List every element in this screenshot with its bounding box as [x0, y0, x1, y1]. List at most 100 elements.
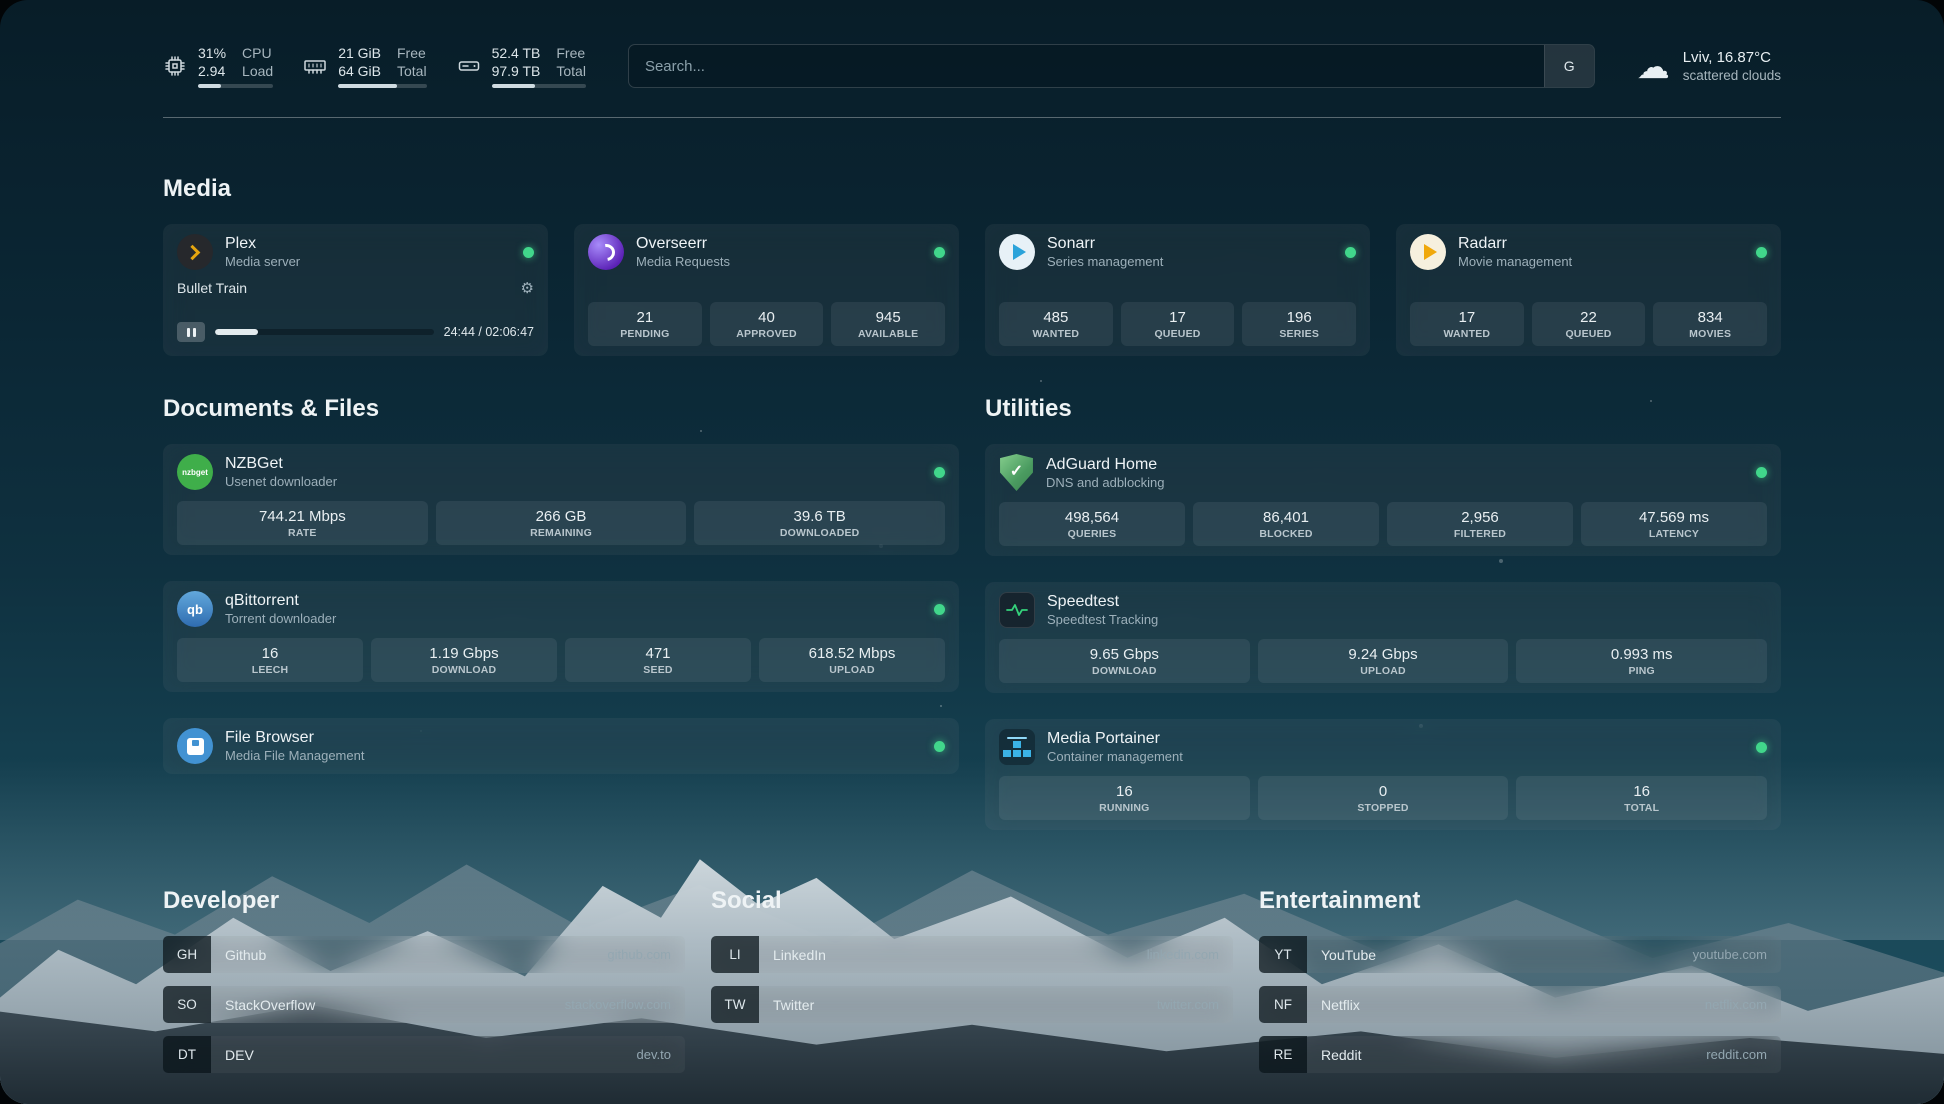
memory-widget: 21 GiB Free 64 GiB Total: [303, 44, 426, 88]
service-desc: Media server: [225, 254, 511, 269]
service-name: NZBGet: [225, 455, 922, 473]
bookmark-netflix[interactable]: NF Netflix netflix.com: [1259, 986, 1781, 1023]
bookmark-abbr: DT: [163, 1036, 211, 1073]
service-name: File Browser: [225, 729, 922, 747]
bookmark-name: Github: [211, 936, 280, 973]
weather-condition: scattered clouds: [1683, 68, 1781, 83]
bookmark-reddit[interactable]: RE Reddit reddit.com: [1259, 1036, 1781, 1073]
bookmark-twitter[interactable]: TW Twitter twitter.com: [711, 986, 1233, 1023]
stat-block: 16TOTAL: [1516, 776, 1767, 820]
status-dot: [934, 467, 945, 478]
disk-total-value: 97.9 TB: [492, 62, 541, 80]
bookmark-name: Netflix: [1307, 986, 1374, 1023]
bookmark-abbr: NF: [1259, 986, 1307, 1023]
stat-block: 40APPROVED: [710, 302, 824, 346]
plex-icon: [177, 234, 213, 270]
resource-widgets: 31% CPU 2.94 Load: [163, 44, 586, 88]
memory-total-label: Total: [397, 62, 427, 80]
adguard-icon: ✓: [999, 454, 1034, 491]
playback-progress-bar[interactable]: [215, 329, 434, 335]
section-media: Media Plex Media server Bullet Train: [163, 174, 1781, 356]
pause-button[interactable]: [177, 322, 205, 342]
stat-block: 17WANTED: [1410, 302, 1524, 346]
status-dot: [523, 247, 534, 258]
memory-total-value: 64 GiB: [338, 62, 381, 80]
bookmark-url: netflix.com: [1705, 986, 1781, 1023]
service-desc: Series management: [1047, 254, 1333, 269]
qbittorrent-icon: qb: [177, 591, 213, 627]
dashboard-screen: 31% CPU 2.94 Load: [0, 0, 1944, 1104]
stat-block: 22QUEUED: [1532, 302, 1646, 346]
bookmark-name: StackOverflow: [211, 986, 329, 1023]
bookmark-stackoverflow[interactable]: SO StackOverflow stackoverflow.com: [163, 986, 685, 1023]
service-desc: Media Requests: [636, 254, 922, 269]
service-name: Sonarr: [1047, 235, 1333, 253]
filebrowser-icon: [177, 728, 213, 764]
bookmark-group-developer: Developer GH Github github.com SO StackO…: [163, 886, 685, 1073]
bookmark-linkedin[interactable]: LI LinkedIn linkedin.com: [711, 936, 1233, 973]
cpu-percent: 31%: [198, 44, 226, 62]
status-dot: [1345, 247, 1356, 258]
weather-location: Lviv, 16.87°C: [1683, 49, 1781, 66]
service-name: Speedtest: [1047, 593, 1767, 611]
stat-block: 1.19 GbpsDOWNLOAD: [371, 638, 557, 682]
search-input[interactable]: [629, 58, 1544, 75]
service-card-nzbget[interactable]: nzbget NZBGet Usenet downloader 744.21 M…: [163, 444, 959, 555]
disk-widget: 52.4 TB Free 97.9 TB Total: [457, 44, 586, 88]
service-name: Plex: [225, 235, 511, 253]
cpu-load-value: 2.94: [198, 62, 226, 80]
service-card-sonarr[interactable]: Sonarr Series management 485WANTED 17QUE…: [985, 224, 1370, 356]
bookmark-url: youtube.com: [1693, 936, 1781, 973]
bookmark-dev[interactable]: DT DEV dev.to: [163, 1036, 685, 1073]
bookmark-github[interactable]: GH Github github.com: [163, 936, 685, 973]
bookmark-youtube[interactable]: YT YouTube youtube.com: [1259, 936, 1781, 973]
stat-block: 744.21 MbpsRATE: [177, 501, 428, 545]
status-dot: [934, 741, 945, 752]
stat-block: 618.52 MbpsUPLOAD: [759, 638, 945, 682]
service-card-radarr[interactable]: Radarr Movie management 17WANTED 22QUEUE…: [1396, 224, 1781, 356]
stat-block: 9.24 GbpsUPLOAD: [1258, 639, 1509, 683]
service-card-speedtest[interactable]: Speedtest Speedtest Tracking 9.65 GbpsDO…: [985, 582, 1781, 693]
cpu-label: CPU: [242, 44, 273, 62]
section-title-utilities: Utilities: [985, 394, 1781, 424]
service-name: Radarr: [1458, 235, 1744, 253]
service-card-portainer[interactable]: Media Portainer Container management 16R…: [985, 719, 1781, 830]
bookmark-name: Twitter: [759, 986, 828, 1023]
media-cards-row: Plex Media server Bullet Train ⚙ 24:44 /…: [163, 224, 1781, 356]
disk-total-label: Total: [556, 62, 586, 80]
disk-icon: [457, 54, 481, 78]
section-title-entertainment: Entertainment: [1259, 886, 1781, 916]
service-card-adguard[interactable]: ✓ AdGuard Home DNS and adblocking 498,56…: [985, 444, 1781, 556]
bookmark-abbr: GH: [163, 936, 211, 973]
service-name: Media Portainer: [1047, 730, 1744, 748]
service-card-qbittorrent[interactable]: qb qBittorrent Torrent downloader 16LEEC…: [163, 581, 959, 692]
search-provider-button[interactable]: G: [1544, 45, 1594, 87]
bookmark-url: linkedin.com: [1147, 936, 1233, 973]
stat-block: 0.993 msPING: [1516, 639, 1767, 683]
service-desc: Usenet downloader: [225, 474, 922, 489]
service-card-plex[interactable]: Plex Media server Bullet Train ⚙ 24:44 /…: [163, 224, 548, 356]
settings-gear-icon[interactable]: ⚙: [521, 281, 534, 296]
stat-block: 945AVAILABLE: [831, 302, 945, 346]
status-dot: [1756, 467, 1767, 478]
stat-block: 21PENDING: [588, 302, 702, 346]
bookmark-name: Reddit: [1307, 1036, 1375, 1073]
section-title-developer: Developer: [163, 886, 685, 916]
bookmark-abbr: TW: [711, 986, 759, 1023]
section-title-documents: Documents & Files: [163, 394, 959, 424]
disk-progress-bar: [492, 84, 586, 88]
bookmark-url: twitter.com: [1157, 986, 1233, 1023]
service-card-overseerr[interactable]: Overseerr Media Requests 21PENDING 40APP…: [574, 224, 959, 356]
bookmark-abbr: LI: [711, 936, 759, 973]
stat-block: 834MOVIES: [1653, 302, 1767, 346]
service-desc: DNS and adblocking: [1046, 475, 1744, 490]
memory-progress-bar: [338, 84, 426, 88]
stat-block: 498,564QUERIES: [999, 502, 1185, 546]
service-card-filebrowser[interactable]: File Browser Media File Management: [163, 718, 959, 774]
top-bar: 31% CPU 2.94 Load: [163, 40, 1781, 92]
bookmark-name: YouTube: [1307, 936, 1390, 973]
service-desc: Speedtest Tracking: [1047, 612, 1767, 627]
radarr-icon: [1410, 234, 1446, 270]
service-name: qBittorrent: [225, 592, 922, 610]
dashboard-content: 31% CPU 2.94 Load: [0, 0, 1944, 1104]
